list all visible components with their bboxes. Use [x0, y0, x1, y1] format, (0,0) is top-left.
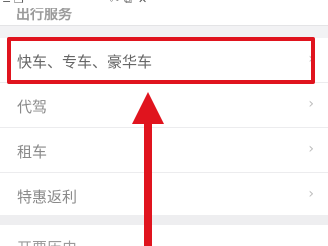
arrow-shaft — [144, 120, 152, 246]
arrow-head — [132, 92, 164, 124]
annotation-arrow-icon — [132, 92, 164, 246]
screen: 出行服务 ≡ ❐ ✂ ⧉ ✕ 快车、专车、豪华车 › 代驾 › 租车 › 特惠返… — [0, 0, 328, 246]
